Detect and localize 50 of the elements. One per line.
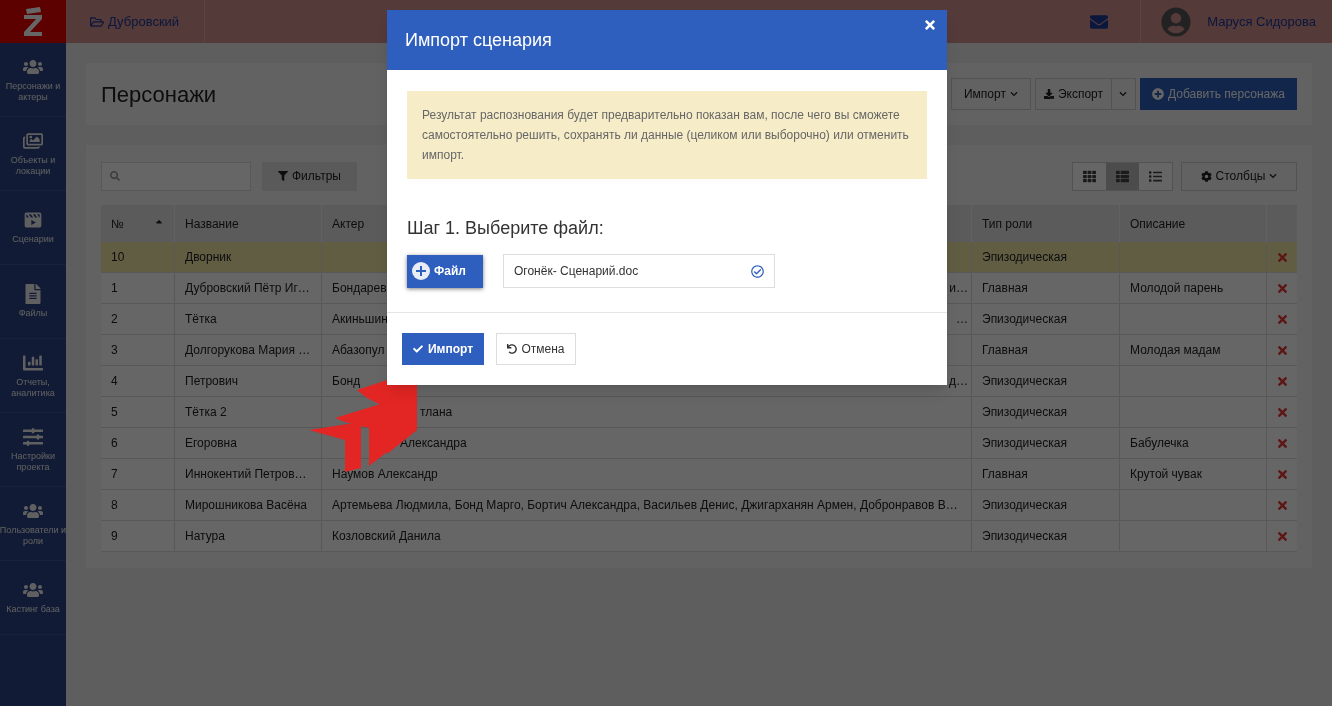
table-cell-text: Тётка 2 [185,404,227,421]
table-cell-text: Эпизодическая [982,311,1067,328]
table-cell-text: Артемьева Людмила, Бонд Марго, Бортич Александра, Васильев Денис, Джигарханян Армен, Добронравов В… [332,497,958,514]
page-title: Персонажи [101,80,217,109]
table-cell-text: Наумов Александр [332,466,438,483]
step-heading: Шаг 1. Выберите файл: [407,217,605,240]
table-cell-text: Молодой парень [1130,280,1224,297]
table-cell-text: Тётка [185,311,217,328]
table-cell-text: Эпизодическая [982,249,1067,266]
table-cell-text: Дворник [185,249,232,266]
table-cell-text: тлана [420,404,453,421]
table-cell-text: Эпизодическая [982,404,1067,421]
table-cell-text: Главная [982,280,1028,297]
table-cell-text: Бабулечка [1130,435,1189,452]
table-cell-text: Мирошникова Васёна [185,497,307,514]
table-cell-text: Петрович [185,373,239,390]
table-cell-text: 4 [111,373,118,390]
table-cell-text: Эпизодическая [982,528,1067,545]
table-cell-text: Акиньшин [332,311,388,328]
table-cell-text: Натура [185,528,225,545]
table-cell-text: 9 [111,528,118,545]
table-cell-text: Козловский Данила [332,528,441,545]
table-cell-text: Главная [982,342,1028,359]
table-cell-text: Дубровский Пётр Иг… [185,280,310,297]
table-cell-text: 1 [111,280,118,297]
table-cell-text: … [956,311,968,328]
table-cell-text: 7 [111,466,118,483]
dialog-title: Импорт сценария [405,28,552,52]
table-cell-text: Егоровна [185,435,237,452]
notice-text: Результат распознования будет предварительно показан вам, после чего вы сможете самостоятельно решить, сохранять ли данные (целиком или выборочно) или отменить импорт. [422,107,910,164]
table-cell-text: Абазопул [332,342,385,359]
table-cell-text: Эпизодическая [982,497,1067,514]
table-cell-text: и… [949,280,968,297]
table-cell-text: 8 [111,497,118,514]
table-cell-text: Эпизодическая [982,435,1067,452]
table-cell-text: Крутой чувак [1130,466,1203,483]
table-cell-text: 2 [111,311,118,328]
table-cell-text: д… [949,373,968,390]
table-cell-text: Молодая мадам [1130,342,1221,359]
table-cell-text: Бондарев [332,280,387,297]
table-cell-text: 3 [111,342,118,359]
table-cell-text: 5 [111,404,118,421]
table-cell-text: Иннокентий Петров… [185,466,307,483]
table-cell-text: Эпизодическая [982,373,1067,390]
table-cell-text: 10 [111,249,125,266]
table-cell-text: 6 [111,435,118,452]
table-cell-text: Бонд [332,373,361,390]
table-cell-text: Долгорукова Мария … [185,342,311,359]
table-cell-text: Александра [400,435,467,452]
table-cell-text: Главная [982,466,1028,483]
